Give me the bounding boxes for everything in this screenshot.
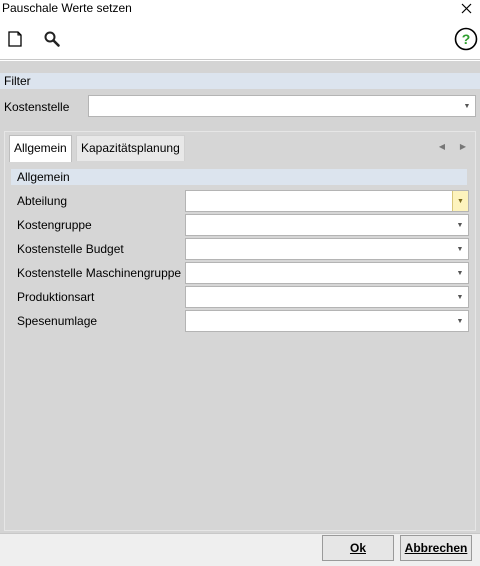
kostenstelle-maschinengruppe-label: Kostenstelle Maschinengruppe [17, 266, 182, 280]
kostengruppe-label: Kostengruppe [17, 218, 92, 232]
help-glyph: ? [462, 31, 471, 47]
kostenstelle-maschinengruppe-combo[interactable]: ▼ [185, 262, 469, 284]
close-icon[interactable] [458, 0, 474, 16]
title-bar: Pauschale Werte setzen [0, 0, 480, 16]
chevron-down-icon[interactable]: ▼ [452, 191, 468, 211]
content-area: Filter Kostenstelle ▼ Allgemein Kapazitä… [0, 61, 480, 533]
produktionsart-combo[interactable]: ▼ [185, 286, 469, 308]
kostenstelle-combo[interactable]: ▼ [88, 95, 476, 117]
filter-header: Filter [0, 73, 480, 89]
cancel-button[interactable]: Abbrechen [400, 535, 472, 561]
help-icon[interactable]: ? [454, 27, 478, 51]
tab-allgemein[interactable]: Allgemein [9, 135, 72, 162]
spesenumlage-combo[interactable]: ▼ [185, 310, 469, 332]
tab-panel: Allgemein Kapazitätsplanung ◀ ▶ Allgemei… [4, 131, 476, 531]
chevron-down-icon[interactable]: ▼ [452, 239, 468, 259]
search-icon[interactable] [40, 27, 64, 51]
chevron-down-icon[interactable]: ▼ [452, 215, 468, 235]
kostenstelle-label: Kostenstelle [4, 100, 70, 114]
chevron-down-icon[interactable]: ▼ [459, 96, 475, 116]
window-title: Pauschale Werte setzen [2, 1, 132, 15]
button-bar: Ok Abbrechen [0, 533, 480, 566]
kostenstelle-budget-combo[interactable]: ▼ [185, 238, 469, 260]
tab-scroll-right-icon[interactable]: ▶ [457, 140, 469, 152]
spesenumlage-label: Spesenumlage [17, 314, 98, 328]
ok-button[interactable]: Ok [322, 535, 394, 561]
kostenstelle-budget-label: Kostenstelle Budget [17, 242, 124, 256]
tab-kapazitaetsplanung[interactable]: Kapazitätsplanung [76, 135, 185, 161]
ok-button-label: Ok [349, 541, 366, 555]
tab-scroll-left-icon[interactable]: ◀ [436, 140, 448, 152]
abteilung-label: Abteilung [17, 194, 68, 208]
section-header-allgemein: Allgemein [11, 169, 467, 185]
chevron-down-icon[interactable]: ▼ [452, 311, 468, 331]
chevron-down-icon[interactable]: ▼ [452, 287, 468, 307]
toolbar: ? [0, 16, 480, 60]
chevron-down-icon[interactable]: ▼ [452, 263, 468, 283]
kostengruppe-combo[interactable]: ▼ [185, 214, 469, 236]
cancel-button-label: Abbrechen [404, 541, 468, 555]
new-document-icon[interactable] [3, 27, 27, 51]
produktionsart-label: Produktionsart [17, 290, 95, 304]
tab-strip: Allgemein Kapazitätsplanung ◀ ▶ [5, 132, 475, 162]
abteilung-combo[interactable]: ▼ [185, 190, 469, 212]
